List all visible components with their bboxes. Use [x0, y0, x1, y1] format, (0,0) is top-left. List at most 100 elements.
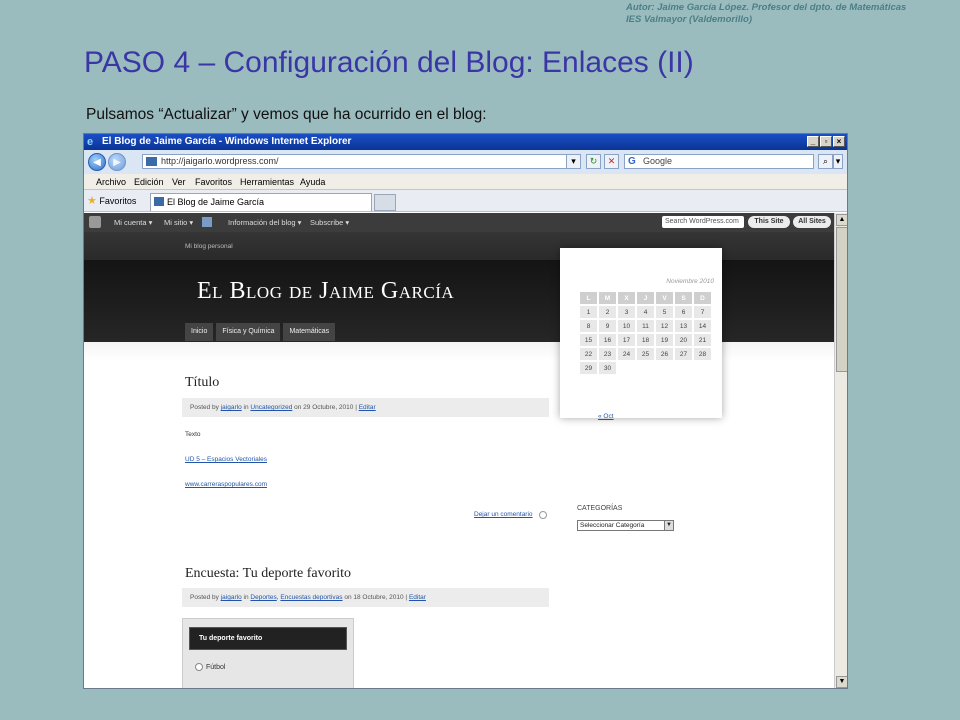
url-input[interactable]: http://jaigarlo.wordpress.com/	[142, 154, 578, 169]
menu-bar: Archivo Edición Ver Favoritos Herramient…	[84, 174, 847, 190]
new-tab-button[interactable]	[374, 194, 396, 211]
post-title[interactable]: Título	[185, 375, 219, 391]
nav-matematicas[interactable]: Matemáticas	[283, 323, 336, 341]
blog-page: Mi blog personal El Blog de Jaime García…	[84, 232, 834, 688]
calendar-day: 6	[675, 306, 692, 318]
calendar-day: 21	[694, 334, 711, 346]
calendar-day	[618, 362, 635, 374]
calendar-day: 20	[675, 334, 692, 346]
calendar-day: 2	[599, 306, 616, 318]
ie-icon: e	[87, 136, 94, 148]
calendar-table: LMXJVSD 1 2 3 4 5 6 7 8 9 10 11 12 13 14 15 16 17 18 19 20 2…	[578, 290, 713, 376]
nav-inicio[interactable]: Inicio	[185, 323, 214, 341]
this-site-button[interactable]: This Site	[748, 216, 790, 228]
menu-ayuda[interactable]: Ayuda	[300, 174, 325, 190]
radio-icon[interactable]	[195, 663, 203, 671]
wp-my-site[interactable]: Mi sitio ▾	[164, 213, 193, 232]
address-bar: ◀ ▶ http://jaigarlo.wordpress.com/ ▾ ↻ ✕…	[84, 150, 847, 174]
search-icon[interactable]: ⌕	[818, 154, 833, 169]
category-link-deportes[interactable]: Deportes	[250, 594, 276, 601]
back-icon[interactable]: ◀	[88, 153, 106, 171]
calendar-day: 30	[599, 362, 616, 374]
calendar-day: 11	[637, 320, 654, 332]
favorites-button[interactable]: ★ Favoritos	[87, 194, 136, 207]
post-text: Texto	[185, 431, 201, 438]
calendar-prev-link[interactable]: « Oct	[598, 413, 614, 420]
category-link[interactable]: Uncategorized	[250, 404, 292, 411]
minimize-button[interactable]: _	[807, 136, 819, 147]
calendar-day: 27	[675, 348, 692, 360]
favorites-label: Favoritos	[99, 196, 137, 206]
author-link[interactable]: jaigarlo	[221, 404, 242, 411]
calendar-day: 13	[675, 320, 692, 332]
url-text: http://jaigarlo.wordpress.com/	[161, 156, 279, 166]
post-date: on 18 Octubre, 2010 |	[344, 594, 408, 601]
poll-option[interactable]: Fútbol	[195, 663, 225, 671]
blog-tagline: Mi blog personal	[185, 243, 233, 250]
categories-title: CATEGORÍAS	[577, 505, 623, 512]
post-title-encuesta[interactable]: Encuesta: Tu deporte favorito	[185, 566, 351, 582]
author-line-1: Autor: Jaime García López. Profesor del …	[626, 2, 907, 13]
scroll-down-icon[interactable]: ▼	[836, 676, 847, 688]
window-title: El Blog de Jaime García - Windows Intern…	[102, 136, 352, 147]
search-options-icon[interactable]: ▾	[833, 154, 843, 169]
close-button[interactable]: ×	[833, 136, 845, 147]
category-link-encuestas[interactable]: Encuestas deportivas	[280, 594, 342, 601]
categories-select-value: Seleccionar Categoría	[580, 522, 645, 529]
maximize-button[interactable]: ▫	[820, 136, 832, 147]
wordpress-logo-icon[interactable]	[89, 216, 101, 228]
calendar-day: 26	[656, 348, 673, 360]
slide-subtitle: Pulsamos “Actualizar” y vemos que ha ocu…	[86, 106, 487, 123]
blog-title[interactable]: El Blog de Jaime García	[197, 278, 454, 305]
calendar-day-header: L	[580, 292, 597, 304]
calendar-day: 3	[618, 306, 635, 318]
comment-link[interactable]: Dejar un comentario	[474, 511, 533, 518]
calendar-day: 24	[618, 348, 635, 360]
meta-prefix: Posted by	[190, 594, 219, 601]
search-input[interactable]: G Google	[624, 154, 814, 169]
menu-archivo[interactable]: Archivo	[96, 174, 126, 190]
author-link[interactable]: jaigarlo	[221, 594, 242, 601]
calendar-day: 12	[656, 320, 673, 332]
author-line-2: IES Valmayor (Valdemorillo)	[626, 14, 753, 25]
calendar-day: 15	[580, 334, 597, 346]
wp-blog-info[interactable]: Información del blog ▾	[228, 213, 301, 232]
link-carreras[interactable]: www.carreraspopulares.com	[185, 481, 267, 488]
blavatar-icon	[202, 217, 212, 227]
chevron-down-icon[interactable]: ▼	[664, 521, 673, 530]
browser-tab[interactable]: El Blog de Jaime García	[150, 193, 372, 211]
calendar-day: 19	[656, 334, 673, 346]
wp-subscribe[interactable]: Subscribe ▾	[310, 213, 349, 232]
wp-my-account[interactable]: Mi cuenta ▾	[114, 213, 152, 232]
menu-edicion[interactable]: Edición	[134, 174, 164, 190]
refresh-icon[interactable]: ↻	[586, 154, 601, 169]
forward-icon[interactable]: ▶	[108, 153, 126, 171]
author-credit: Autor: Jaime García López. Profesor del …	[626, 2, 906, 26]
post-meta-encuesta: Posted by jaigarlo in Deportes, Encuesta…	[182, 588, 549, 607]
meta-prefix: Posted by	[190, 404, 219, 411]
link-ud5[interactable]: UD 5 – Espacios Vectoriales	[185, 456, 267, 463]
calendar-day: 9	[599, 320, 616, 332]
all-sites-button[interactable]: All Sites	[793, 216, 831, 228]
stop-icon[interactable]: ✕	[604, 154, 619, 169]
menu-herramientas[interactable]: Herramientas	[240, 174, 294, 190]
calendar-day: 1	[580, 306, 597, 318]
comment-icon	[539, 511, 547, 519]
calendar-widget: Noviembre 2010 LMXJVSD 1 2 3 4 5 6 7 8 9 10 11 12 13…	[560, 248, 722, 420]
url-dropdown-icon[interactable]: ▾	[566, 154, 581, 169]
menu-favoritos[interactable]: Favoritos	[195, 174, 232, 190]
wp-search-input[interactable]: Search WordPress.com	[662, 216, 744, 228]
tab-title: El Blog de Jaime García	[167, 197, 265, 207]
calendar-day: 29	[580, 362, 597, 374]
scrollbar[interactable]: ▲ ▼	[834, 213, 847, 688]
menu-ver[interactable]: Ver	[172, 174, 186, 190]
calendar-day: 17	[618, 334, 635, 346]
edit-link[interactable]: Editar	[409, 594, 426, 601]
window-titlebar: e El Blog de Jaime García - Windows Inte…	[84, 134, 847, 150]
edit-link[interactable]: Editar	[359, 404, 376, 411]
nav-fisica-quimica[interactable]: Física y Química	[216, 323, 281, 341]
scroll-thumb[interactable]	[836, 227, 847, 372]
scroll-up-icon[interactable]: ▲	[836, 214, 847, 226]
post-meta: Posted by jaigarlo in Uncategorized on 2…	[182, 398, 549, 417]
categories-select[interactable]: Seleccionar Categoría ▼	[577, 520, 674, 531]
